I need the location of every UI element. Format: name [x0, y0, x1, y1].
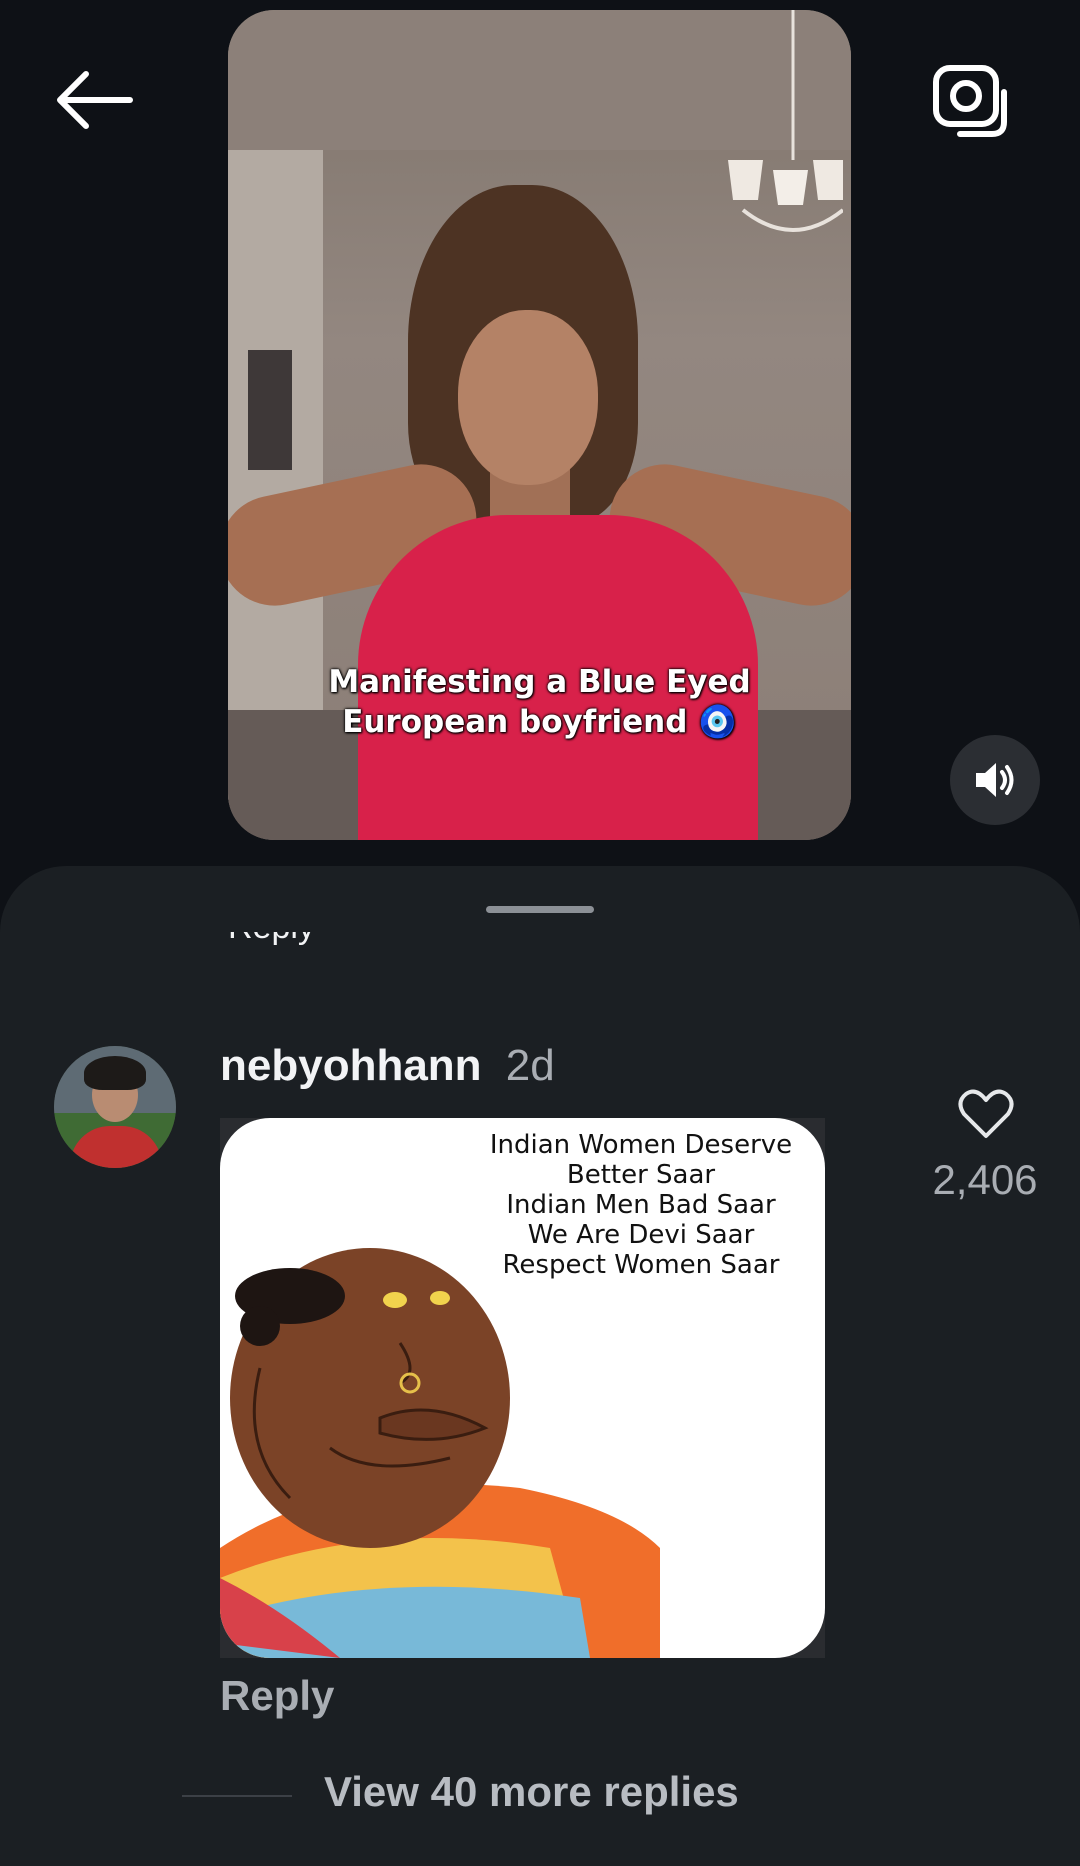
meme-line: Indian Women Deserve [489, 1130, 793, 1160]
video-wall-picture [248, 350, 292, 470]
video-caption-line-1: Manifesting a Blue Eyed [328, 664, 751, 700]
comments-sheet: Reply nebyohhann 2d Indian Women Deserve… [0, 866, 1080, 1866]
arrow-left-icon [57, 71, 133, 129]
video-caption-line-2: European boyfriend 🧿 [342, 704, 737, 740]
replies-divider [182, 1795, 292, 1797]
like-count: 2,406 [932, 1156, 1038, 1203]
previous-reply-link-clipped: Reply [228, 932, 338, 954]
camera-icon [933, 65, 1007, 137]
comment-timestamp: 2d [505, 1041, 555, 1090]
speaker-icon [976, 763, 1014, 797]
like-button[interactable] [958, 1088, 1014, 1140]
comment-image[interactable]: Indian Women Deserve Better Saar Indian … [220, 1118, 825, 1658]
video-player[interactable]: Manifesting a Blue Eyed European boyfrie… [228, 10, 851, 840]
meme-card: Indian Women Deserve Better Saar Indian … [220, 1118, 825, 1658]
meme-line: We Are Devi Saar [527, 1220, 755, 1250]
sound-toggle-button[interactable] [950, 735, 1040, 825]
video-viewer: Manifesting a Blue Eyed European boyfrie… [0, 0, 1080, 870]
previous-reply-label: Reply [228, 932, 315, 947]
view-more-replies-button[interactable]: View 40 more replies [324, 1768, 739, 1816]
meme-line: Indian Men Bad Saar [506, 1190, 776, 1220]
avatar[interactable] [54, 1046, 176, 1168]
meme-line: Better Saar [566, 1160, 716, 1190]
camera-button[interactable] [930, 58, 1010, 138]
video-caption: Manifesting a Blue Eyed European boyfrie… [228, 662, 851, 742]
comment-username[interactable]: nebyohhann [220, 1041, 482, 1090]
meme-cartoon-graphic [220, 1248, 660, 1658]
reply-button[interactable]: Reply [220, 1672, 334, 1720]
chandelier-graphic [728, 10, 843, 232]
heart-icon [958, 1089, 1014, 1138]
back-button[interactable] [50, 62, 140, 142]
comment-header: nebyohhann 2d [220, 1036, 555, 1096]
sheet-drag-handle[interactable] [486, 906, 594, 913]
video-person-face [458, 310, 598, 485]
